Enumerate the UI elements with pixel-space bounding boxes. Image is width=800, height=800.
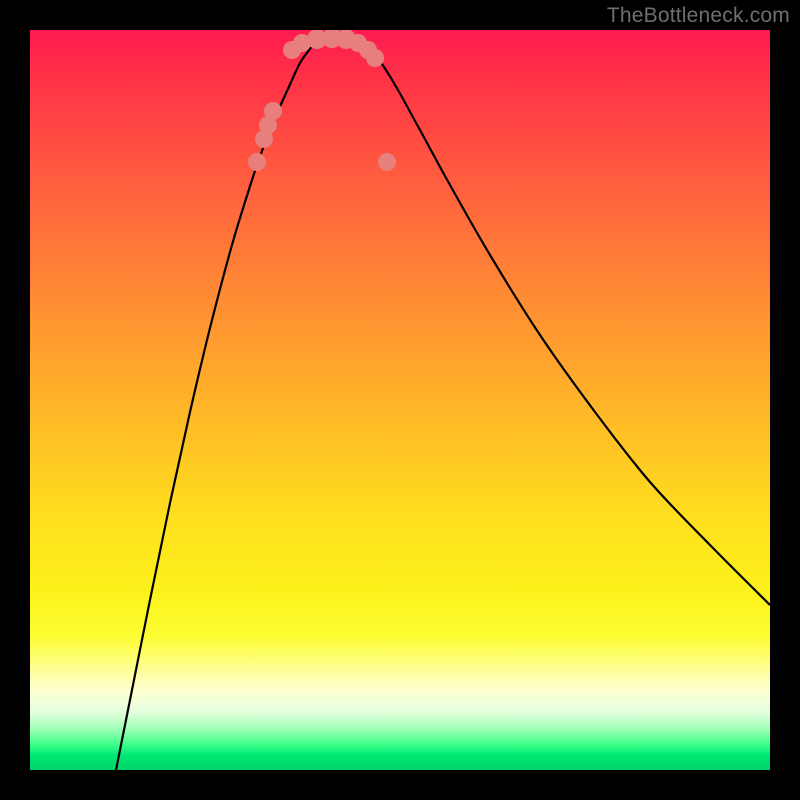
right-curve — [360, 38, 770, 605]
plot-area — [30, 30, 770, 770]
watermark-text: TheBottleneck.com — [607, 4, 790, 28]
left-curve — [116, 38, 318, 770]
curves-svg — [30, 30, 770, 770]
marker-dot — [248, 153, 266, 171]
marker-dot — [264, 102, 282, 120]
marker-dot — [366, 49, 384, 67]
chart-frame: TheBottleneck.com — [0, 0, 800, 800]
marker-dots — [248, 30, 396, 171]
marker-dot — [378, 153, 396, 171]
